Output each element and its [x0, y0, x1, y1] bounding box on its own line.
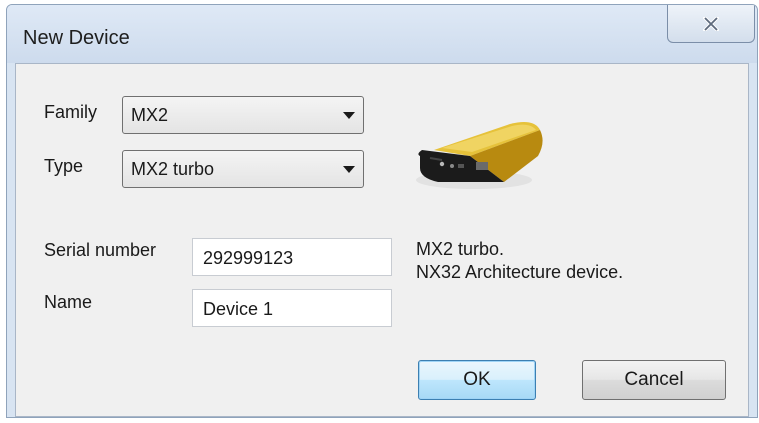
title-bar: New Device: [7, 5, 757, 63]
serial-number-input[interactable]: 292999123: [192, 238, 392, 276]
serial-number-label: Serial number: [44, 240, 157, 260]
description-line-1: MX2 turbo.: [416, 239, 505, 259]
cancel-button[interactable]: Cancel: [582, 360, 726, 400]
family-dropdown[interactable]: MX2: [122, 96, 364, 134]
chevron-down-icon: [343, 166, 355, 173]
close-icon: [703, 16, 719, 31]
device-enclosure-image: [412, 112, 552, 194]
type-label: Type: [44, 156, 84, 176]
close-button[interactable]: [667, 5, 755, 43]
type-dropdown[interactable]: MX2 turbo: [122, 150, 364, 188]
device-description: MX2 turbo. NX32 Architecture device.: [416, 238, 623, 284]
ok-button[interactable]: OK: [418, 360, 536, 400]
family-label: Family: [44, 102, 97, 122]
dialog-title: New Device: [23, 27, 130, 49]
family-dropdown-value: MX2: [131, 105, 169, 125]
type-dropdown-value: MX2 turbo: [131, 159, 215, 179]
name-input[interactable]: Device 1: [192, 289, 392, 327]
name-label: Name: [44, 292, 93, 312]
dialog-body: Family MX2 Type MX2 turbo Serial number …: [15, 63, 749, 417]
description-line-2: NX32 Architecture device.: [416, 262, 624, 282]
new-device-dialog: New Device Family MX2 Type MX2 turbo Ser…: [6, 4, 758, 418]
chevron-down-icon: [343, 112, 355, 119]
